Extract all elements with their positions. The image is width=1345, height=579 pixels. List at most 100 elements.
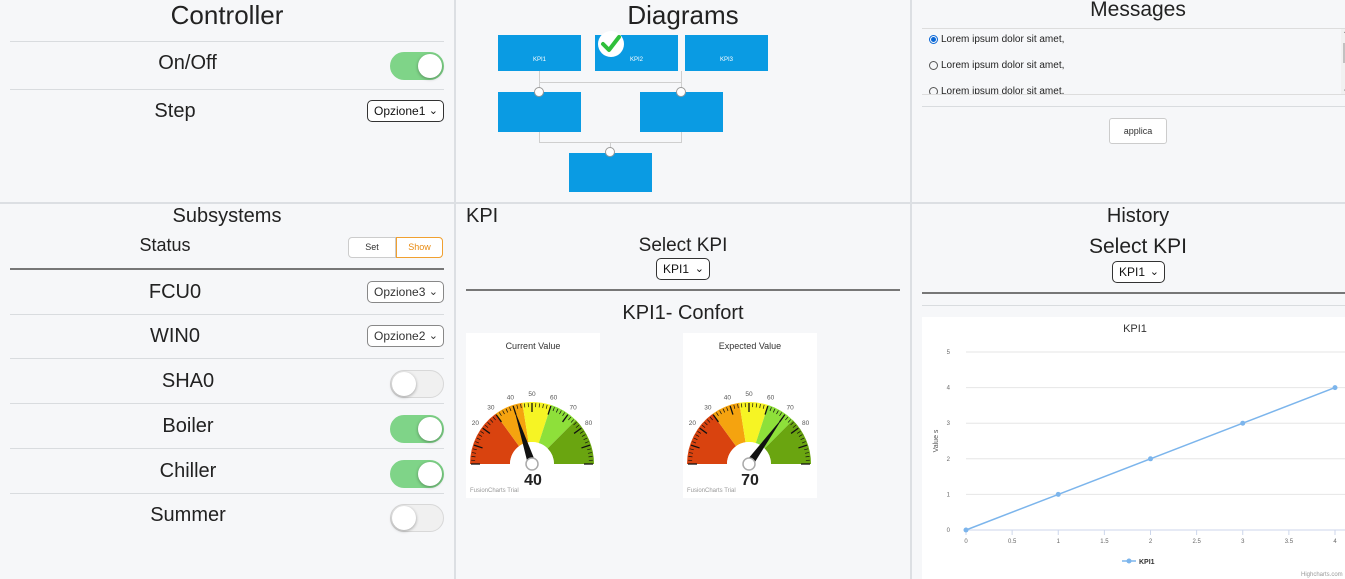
gauge-tick-label: 30 [704,404,712,411]
x-tick-label: 0 [964,539,968,545]
history-chart: KPI1 0 1 2 3 4 5 0 0.5 1 1.5 2 2.5 3 3.5 4 Value s KPI1 H… [922,317,1345,579]
x-tick-label: 2.5 [1192,539,1201,545]
kpi-subtitle: KPI1- Confort [622,302,744,324]
step-label: Step [154,100,196,122]
chart-credit: Highcharts.com [1301,572,1343,578]
gauge-tick [688,456,693,458]
subsystems-panel: Subsystems Status Set Show FCU0 Opzione3… [0,204,454,579]
diagram-node-bottom[interactable] [569,153,652,192]
apply-button[interactable]: applica [1109,118,1167,144]
gauge-tick-label: 70 [787,404,795,411]
gauge-expected: Expected Value 20 30 40 50 60 70 80 70 FusionC… [683,333,817,498]
subsystem-name-boiler: Boiler [162,415,214,437]
gauge-pivot [742,457,756,471]
message-item[interactable]: Lorem ipsum dolor sit amet, [929,60,1064,71]
scrollbar[interactable]: ▲ ▼ [1341,29,1345,94]
y-axis-label: Value s [933,429,940,452]
series-point [1148,456,1153,462]
y-tick-label: 5 [947,350,951,356]
series-point [1332,385,1338,391]
kpi-select[interactable]: KPI1 ⌄ [656,258,710,280]
gauge-tick-label: 20 [472,420,480,427]
set-button[interactable]: Set [348,237,396,258]
gauge-tick-label: 80 [585,420,593,427]
gauge-tick-label: 40 [724,394,732,401]
boiler-toggle[interactable] [390,415,444,443]
message-item[interactable]: Lorem ipsum dolor sit amet, [929,34,1064,45]
gauge-tick-label: 50 [528,391,536,398]
gauge-tick-label: 20 [689,420,697,427]
series-point [1055,491,1061,497]
x-tick-label: 0.5 [1008,539,1017,545]
diagrams-panel: Diagrams KPI1 KPI2 KPI3 [456,0,910,202]
messages-panel: Messages Lorem ipsum dolor sit amet, Lor… [912,0,1345,202]
x-tick-label: 3 [1241,539,1245,545]
chiller-toggle[interactable] [390,460,444,488]
win0-select[interactable]: Opzione2 ⌄ [367,325,444,347]
messages-title: Messages [1090,0,1186,21]
check-icon [598,31,624,57]
radio-icon[interactable] [929,61,938,70]
subsystem-name-summer: Summer [150,504,226,526]
gauge-tick-label: 60 [767,394,775,401]
history-kpi-select[interactable]: KPI1 ⌄ [1112,261,1165,283]
history-panel: History Select KPI KPI1 ⌄ KPI1 0 1 2 3 4 5 0 0.5 1… [912,204,1345,579]
gauge-current: Current Value 20 30 40 50 60 70 80 40 FusionCh… [466,333,600,498]
onoff-label: On/Off [158,52,217,74]
diagrams-title: Diagrams [627,0,739,30]
chevron-down-icon: ⌄ [428,330,438,342]
gauge-tick-label: 30 [487,404,495,411]
sha0-toggle[interactable] [390,370,444,398]
y-tick-label: 0 [947,528,951,534]
gauge-tick [538,403,540,408]
subsystem-name-chiller: Chiller [159,460,217,482]
chevron-down-icon: ⌄ [428,286,438,298]
y-tick-label: 2 [947,457,951,463]
x-tick-label: 1.5 [1100,539,1109,545]
diagram-node-middle-right[interactable] [640,92,723,132]
gauge-tick [805,456,810,458]
onoff-toggle[interactable] [390,52,444,80]
radio-selected-icon[interactable] [929,35,938,44]
x-tick-label: 3.5 [1285,539,1294,545]
chevron-down-icon: ⌄ [428,105,438,117]
summer-toggle[interactable] [390,504,444,532]
chevron-down-icon: ⌄ [694,263,704,275]
history-title: History [1106,205,1170,227]
gauge-tick-label: 70 [570,404,578,411]
gauge-tick-label: 40 [507,394,515,401]
gauge-tick [755,403,757,408]
history-select-label: Select KPI [1088,235,1188,258]
gauge-tick [741,403,743,408]
fcu0-select[interactable]: Opzione3 ⌄ [367,281,444,303]
diagram-node-middle-left[interactable] [498,92,581,132]
kpi-select-label: Select KPI [638,235,728,256]
gauge-tick [524,403,526,408]
gauge-tick-label: 80 [802,420,810,427]
y-tick-label: 3 [947,421,951,427]
diagram-node-kpi3[interactable]: KPI3 [685,35,768,71]
series-point [963,527,969,533]
x-tick-label: 2 [1149,539,1153,545]
kpi-panel: KPI Select KPI KPI1 ⌄ KPI1- Confort Curre… [456,204,910,579]
series-point [1240,420,1246,426]
gauge-tick-label: 50 [745,391,753,398]
messages-list[interactable]: Lorem ipsum dolor sit amet, Lorem ipsum … [922,28,1345,95]
subsystem-name-win0: WIN0 [150,325,200,347]
legend-label: KPI1 [1139,559,1155,566]
x-tick-label: 4 [1333,539,1337,545]
kpi-title: KPI [466,205,499,227]
x-tick-label: 1 [1057,539,1061,545]
message-item[interactable]: Lorem ipsum dolor sit amet. [929,86,1064,94]
gauge-tick-label: 60 [550,394,558,401]
subsystem-name-fcu0: FCU0 [148,281,202,303]
y-tick-label: 1 [947,492,951,498]
radio-icon[interactable] [929,87,938,94]
step-select[interactable]: Opzione1 ⌄ [367,100,444,122]
controller-title: Controller [170,0,284,30]
show-button[interactable]: Show [396,237,443,258]
y-tick-label: 4 [947,386,951,392]
subsystem-name-sha0: SHA0 [161,370,215,392]
subsystems-title: Subsystems [172,205,282,227]
diagram-node-kpi1[interactable]: KPI1 [498,35,581,71]
